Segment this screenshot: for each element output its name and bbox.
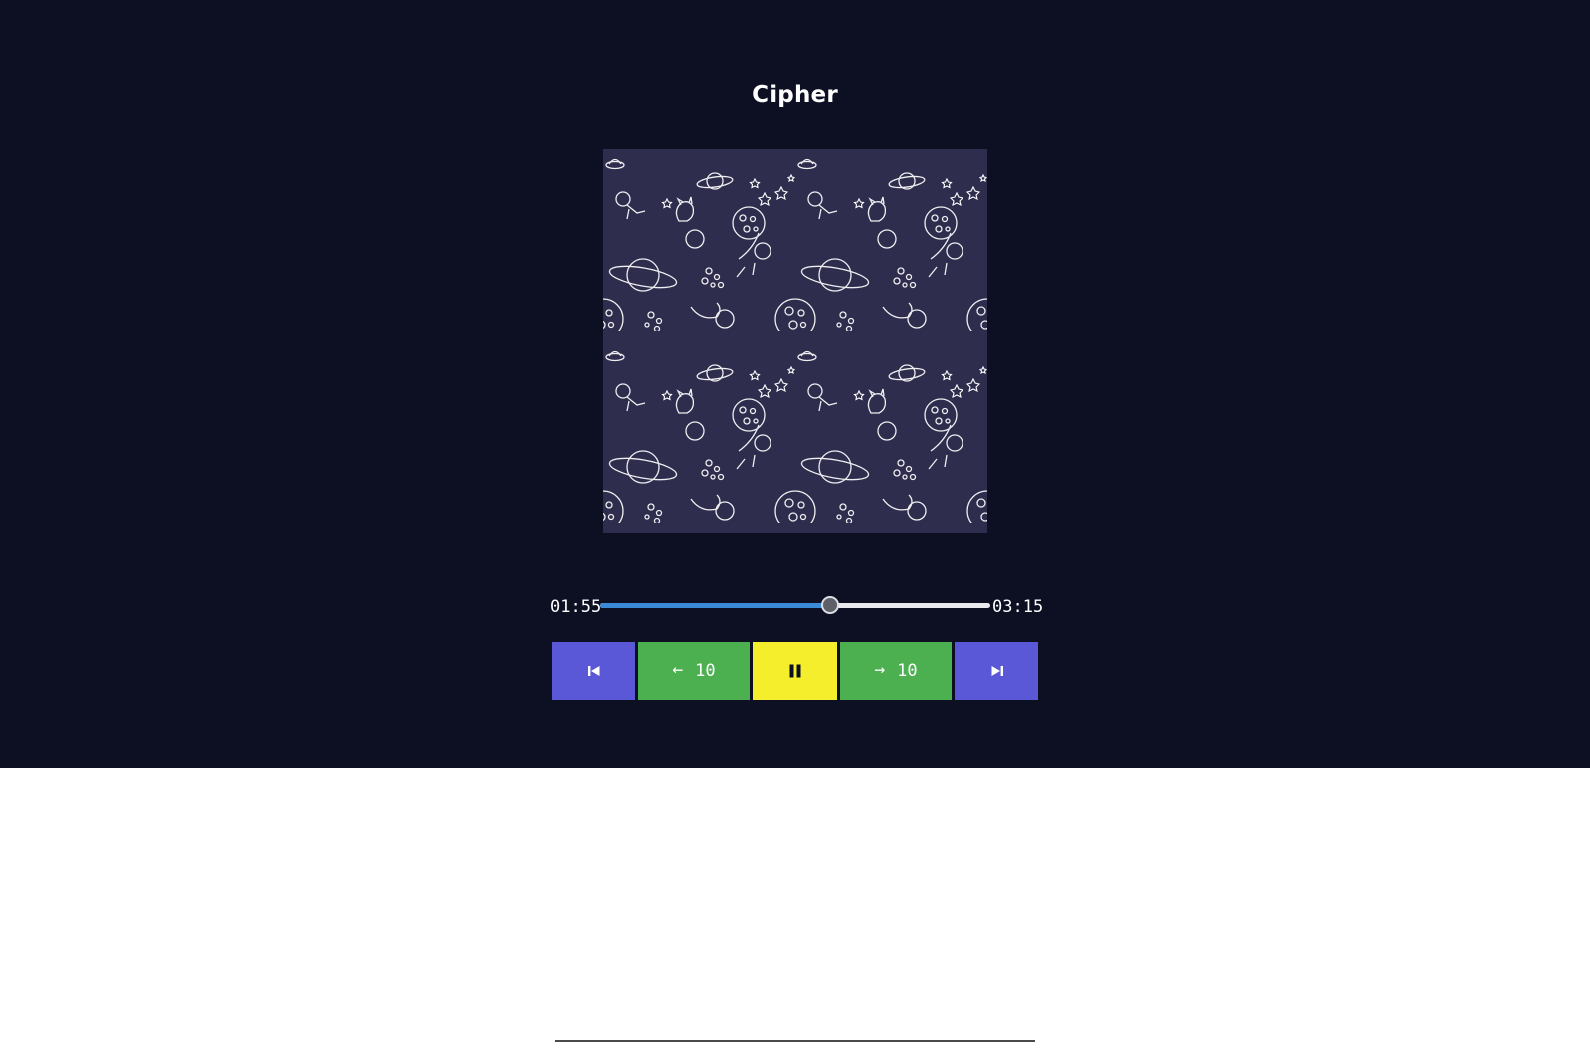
pause-icon: [789, 664, 801, 678]
seek-slider[interactable]: [600, 596, 990, 614]
pause-button[interactable]: [753, 642, 837, 700]
skip-previous-icon: [587, 666, 599, 676]
arrow-left-icon: ←: [672, 658, 684, 680]
seek-progress-fill: [600, 603, 831, 608]
forward-10-button[interactable]: → 10: [840, 642, 952, 700]
arrow-right-icon: →: [874, 658, 886, 680]
forward-seconds-label: 10: [897, 661, 918, 681]
divider-line: [555, 1040, 1035, 1042]
skip-next-icon: [991, 666, 1003, 676]
playback-controls: ← 10 → 10: [552, 642, 1038, 700]
rewind-seconds-label: 10: [695, 661, 716, 681]
seek-handle[interactable]: [821, 596, 840, 614]
next-track-button[interactable]: [955, 642, 1038, 700]
track-title: Cipher: [752, 82, 838, 108]
previous-track-button[interactable]: [552, 642, 635, 700]
rewind-10-button[interactable]: ← 10: [638, 642, 750, 700]
album-cover-art: [603, 149, 987, 533]
current-time: 01:55: [550, 597, 602, 617]
player-panel: Cipher 01:55 03:15 ← 10 → 10: [0, 0, 1590, 768]
total-duration: 03:15: [992, 597, 1044, 617]
space-doodle-pattern-icon: [603, 149, 987, 533]
